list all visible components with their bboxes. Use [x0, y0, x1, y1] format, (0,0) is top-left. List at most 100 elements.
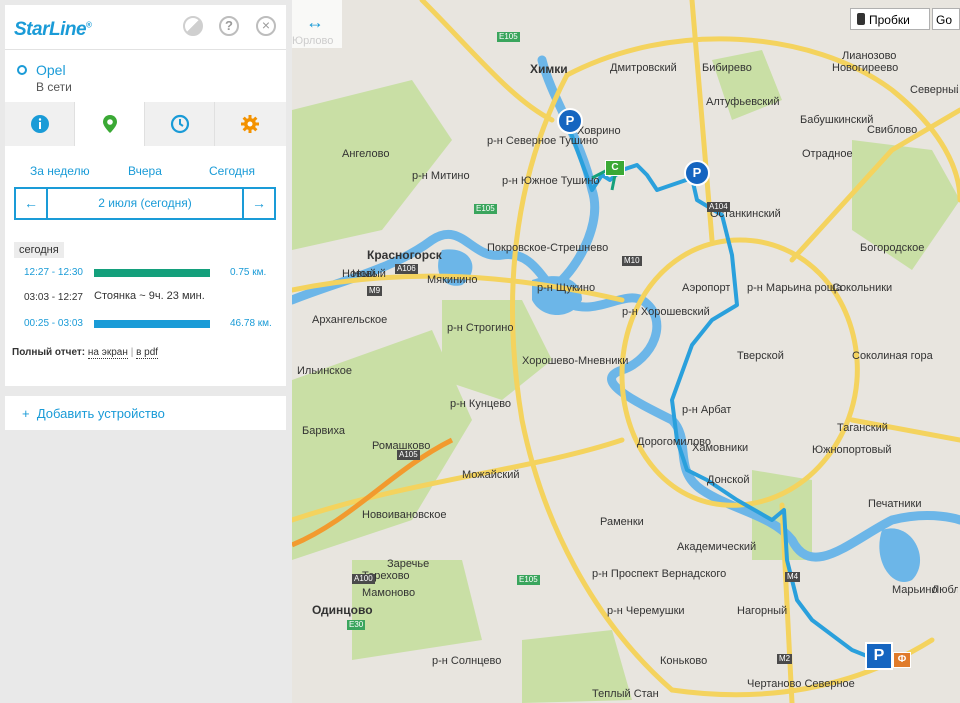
road-number-label: M10: [622, 256, 642, 266]
road-number-label: M9: [367, 286, 383, 296]
map-place-label: Коньково: [660, 655, 708, 667]
trip-distance: 46.78 км.: [230, 318, 272, 329]
report-screen-link[interactable]: на экран: [87, 347, 128, 359]
map-place-label: р-н Северное Тушино: [487, 135, 599, 147]
parking-time: 03:03 - 12:27: [24, 292, 83, 303]
map-place-label: Южнопортовый: [812, 444, 892, 456]
map-place-label: Покровское-Стрешнево: [487, 242, 609, 254]
map-place-label: Мамоново: [362, 587, 416, 599]
road-number-label: M2: [777, 654, 793, 664]
map-place-label: Ильинское: [297, 365, 352, 377]
contrast-icon[interactable]: [183, 16, 203, 36]
map-place-label: Раменки: [600, 516, 644, 528]
tab-settings[interactable]: [215, 102, 286, 146]
device-panel: StarLine® ? × Opel В сети За неделю Вчер…: [5, 5, 286, 386]
map-place-label: Заречье: [387, 558, 430, 570]
map-place-label: Марьино: [892, 584, 938, 596]
next-day-button[interactable]: →: [242, 189, 274, 218]
trip-row[interactable]: 12:27 - 12:30 0.75 км.: [5, 265, 286, 281]
map-place-label: р-н Марьина роща: [747, 282, 842, 294]
parking-marker[interactable]: P: [684, 160, 710, 186]
map-place-label: р-н Щукино: [537, 282, 596, 294]
map-place-label: Печатники: [868, 498, 922, 510]
add-device-button[interactable]: + Добавить устройство: [22, 406, 165, 421]
map-place-label: р-н Кунцево: [450, 398, 512, 410]
tab-map[interactable]: [75, 102, 145, 146]
prev-day-button[interactable]: ←: [16, 189, 48, 218]
map-place-label: Хорошево-Мневники: [522, 355, 629, 367]
parking-marker[interactable]: P: [557, 108, 583, 134]
period-week-link[interactable]: За неделю: [30, 164, 90, 178]
traffic-label: Пробки: [869, 13, 910, 27]
map-place-label: р-н Арбат: [682, 404, 732, 416]
map-place-label: Мякинино: [427, 274, 478, 286]
map-place-label: Новогиреево: [832, 62, 899, 74]
road-number-label: E105: [517, 575, 540, 585]
map-place-label: Отрадное: [802, 148, 853, 160]
parking-marker[interactable]: P: [865, 642, 893, 670]
tab-info[interactable]: [5, 102, 75, 146]
road-number-label: E105: [474, 204, 497, 214]
sidebar-toggle-button[interactable]: ↔: [292, 0, 342, 48]
map-place-label: Одинцово: [312, 603, 373, 617]
full-report: Полный отчет: на экран | в pdf: [12, 347, 159, 359]
map-place-label: Дмитровский: [610, 62, 677, 74]
date-navigator: ← 2 июля (сегодня) →: [14, 187, 276, 220]
map-place-label: Хамовники: [692, 442, 749, 454]
road-number-label: M4: [785, 572, 801, 582]
traffic-icon: [857, 13, 865, 25]
current-date-label[interactable]: 2 июля (сегодня): [48, 189, 242, 218]
map-place-label: Сокольники: [832, 282, 893, 294]
report-pdf-link[interactable]: в pdf: [136, 347, 159, 359]
map-place-label: р-н Хорошевский: [622, 306, 710, 318]
device-item[interactable]: Opel В сети: [5, 50, 286, 102]
device-tabs: [5, 102, 286, 146]
map-place-label: Лианозово: [842, 50, 897, 62]
map-place-label: р-н Строгино: [447, 322, 514, 334]
report-separator: |: [130, 347, 134, 358]
clock-icon: [170, 114, 190, 134]
map-place-label: Свиблово: [867, 124, 918, 136]
map-place-label: р-н Проспект Вернадского: [592, 568, 727, 580]
map-place-label: Барвиха: [302, 425, 345, 437]
map-place-label: Новый: [342, 268, 376, 280]
map-place-label: Донской: [707, 474, 750, 486]
finish-flag-marker[interactable]: Ф: [893, 652, 911, 668]
report-label: Полный отчет:: [12, 347, 86, 358]
map-place-label: р-н Митино: [412, 170, 470, 182]
trip-time: 12:27 - 12:30: [24, 267, 83, 278]
map-place-label: р-н Южное Тушино: [502, 175, 600, 187]
trip-distance: 0.75 км.: [230, 267, 267, 278]
logo-text: StarLine: [14, 19, 87, 40]
map-place-label: Северный: [910, 84, 958, 96]
starline-logo: StarLine®: [14, 19, 92, 41]
map-view[interactable]: Химки Дмитровский Бибирево Новогиреево Север…: [292, 0, 960, 703]
road-number-label: E105: [497, 32, 520, 42]
parking-duration: Стоянка ~ 9ч. 23 мин.: [94, 290, 205, 302]
map-place-label: Архангельское: [312, 314, 388, 326]
gear-icon: [241, 115, 259, 133]
map-place-label: Красногорск: [367, 248, 442, 262]
road-number-label: A104: [707, 202, 730, 212]
period-yesterday-link[interactable]: Вчера: [128, 164, 162, 178]
map-place-label: Алтуфьевский: [706, 96, 780, 108]
map-place-label: Химки: [530, 62, 568, 76]
period-today-link[interactable]: Сегодня: [209, 164, 255, 178]
google-map-type-button[interactable]: Go: [932, 8, 960, 30]
close-icon[interactable]: ×: [256, 16, 276, 36]
add-device-panel[interactable]: + Добавить устройство: [5, 396, 286, 430]
road-number-label: A100: [352, 574, 375, 584]
map-place-label: Новоивановское: [362, 509, 447, 521]
start-flag-marker[interactable]: C: [605, 160, 625, 176]
map-place-label: Бибирево: [702, 62, 752, 74]
traffic-button[interactable]: Пробки: [850, 8, 930, 30]
help-icon[interactable]: ?: [219, 16, 239, 36]
device-name[interactable]: Opel: [36, 62, 66, 78]
trip-row[interactable]: 00:25 - 03:03 46.78 км.: [5, 316, 286, 332]
map-place-label: Бабушкинский: [800, 114, 874, 126]
road-number-label: E30: [347, 620, 366, 630]
day-label: сегодня: [14, 242, 64, 258]
device-status: В сети: [36, 80, 72, 94]
tab-history[interactable]: [145, 102, 215, 146]
parking-row[interactable]: 03:03 - 12:27 Стоянка ~ 9ч. 23 мин.: [5, 290, 286, 306]
